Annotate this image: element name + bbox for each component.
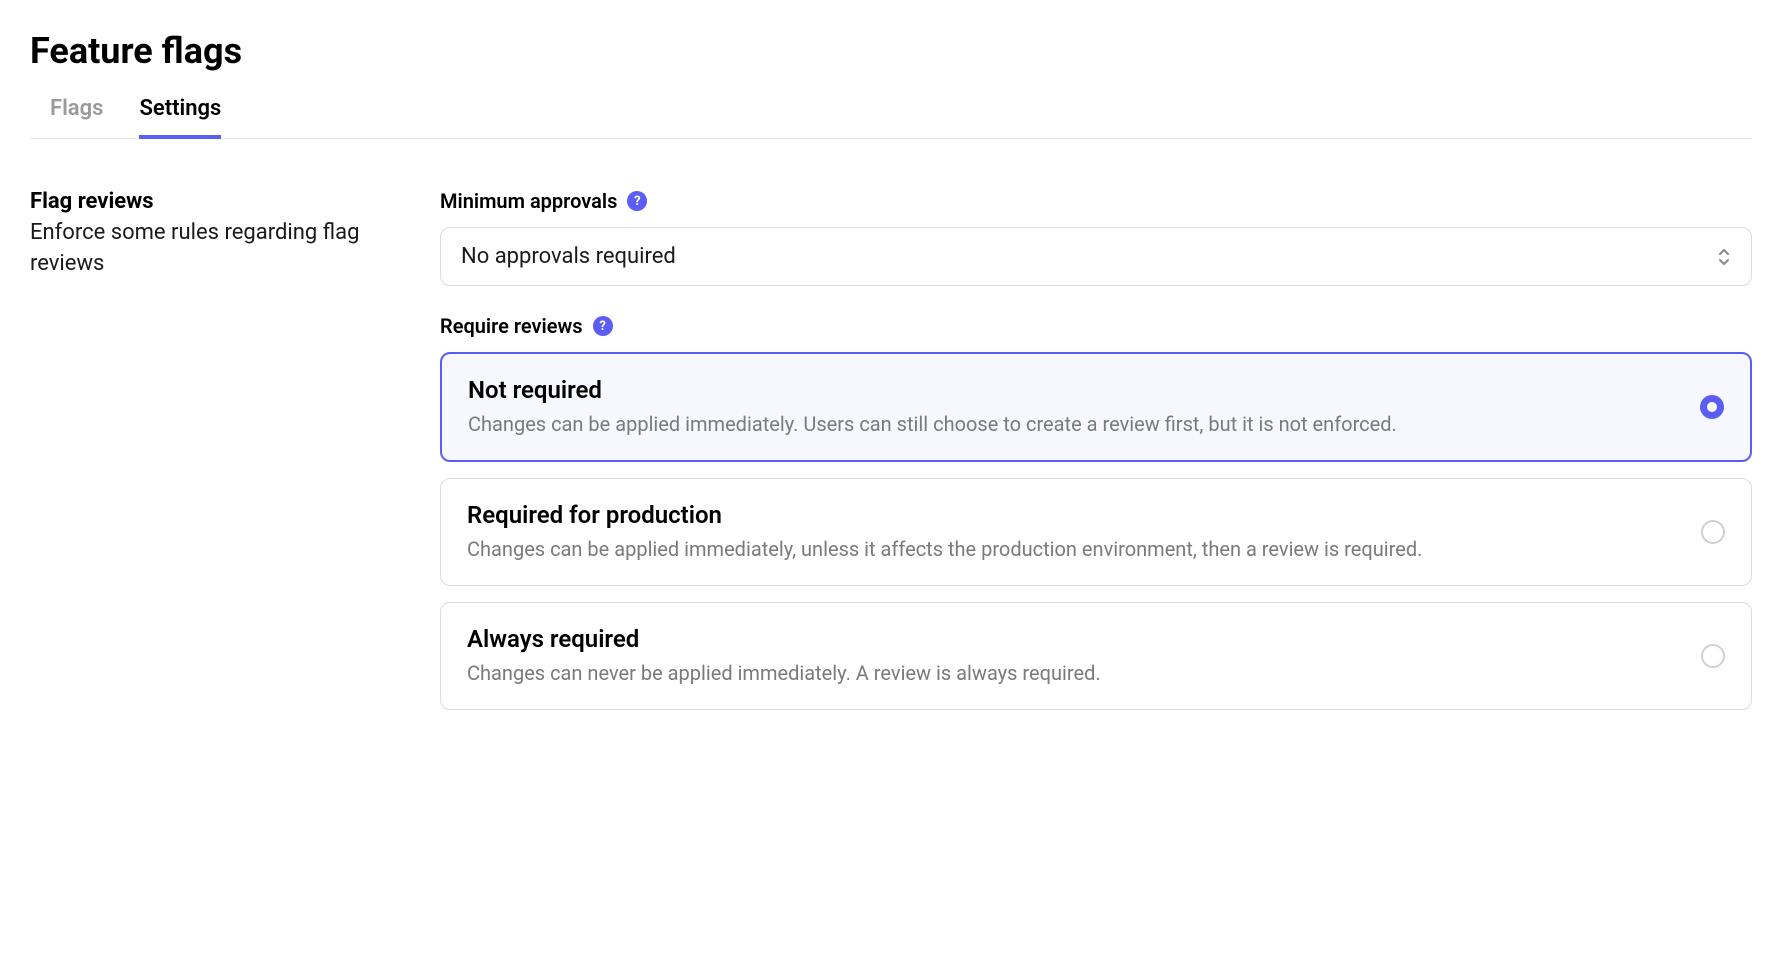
- radio-option-title: Not required: [468, 376, 1680, 404]
- tab-flags[interactable]: Flags: [50, 96, 103, 139]
- help-icon[interactable]: ?: [627, 191, 647, 211]
- radio-group: Not required Changes can be applied imme…: [440, 352, 1752, 710]
- help-icon[interactable]: ?: [593, 316, 613, 336]
- radio-option-description: Changes can be applied immediately, unle…: [467, 535, 1681, 563]
- min-approvals-value: No approvals required: [461, 244, 676, 269]
- section-header: Flag reviews Enforce some rules regardin…: [30, 189, 380, 738]
- section-title: Flag reviews: [30, 189, 380, 214]
- field-label-row: Require reviews ?: [440, 314, 1752, 338]
- radio-option-required-production[interactable]: Required for production Changes can be a…: [440, 478, 1752, 586]
- require-reviews-label: Require reviews: [440, 314, 583, 338]
- field-label-row: Minimum approvals ?: [440, 189, 1752, 213]
- chevron-up-down-icon: [1717, 248, 1731, 266]
- min-approvals-select[interactable]: No approvals required: [440, 227, 1752, 286]
- radio-option-title: Always required: [467, 625, 1681, 653]
- tabs: Flags Settings: [30, 96, 1752, 139]
- tab-settings[interactable]: Settings: [139, 96, 221, 139]
- radio-indicator: [1700, 395, 1724, 419]
- radio-option-always-required[interactable]: Always required Changes can never be app…: [440, 602, 1752, 710]
- radio-option-description: Changes can be applied immediately. User…: [468, 410, 1680, 438]
- section-description: Enforce some rules regarding flag review…: [30, 218, 380, 280]
- radio-option-description: Changes can never be applied immediately…: [467, 659, 1681, 687]
- radio-option-not-required[interactable]: Not required Changes can be applied imme…: [440, 352, 1752, 462]
- settings-form: Minimum approvals ? No approvals require…: [440, 189, 1752, 738]
- page-title: Feature flags: [30, 30, 1752, 72]
- radio-option-text: Always required Changes can never be app…: [467, 625, 1681, 687]
- radio-option-text: Required for production Changes can be a…: [467, 501, 1681, 563]
- radio-option-text: Not required Changes can be applied imme…: [468, 376, 1680, 438]
- radio-option-title: Required for production: [467, 501, 1681, 529]
- field-require-reviews: Require reviews ? Not required Changes c…: [440, 314, 1752, 710]
- radio-indicator: [1701, 644, 1725, 668]
- content: Flag reviews Enforce some rules regardin…: [30, 189, 1752, 738]
- min-approvals-label: Minimum approvals: [440, 189, 617, 213]
- field-min-approvals: Minimum approvals ? No approvals require…: [440, 189, 1752, 286]
- radio-indicator: [1701, 520, 1725, 544]
